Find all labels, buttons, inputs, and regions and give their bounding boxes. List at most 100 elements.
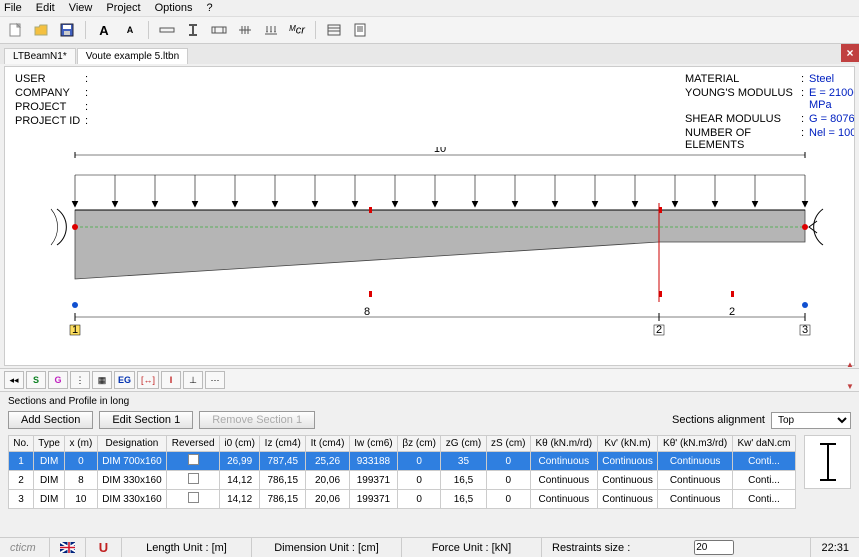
menu-options[interactable]: Options bbox=[155, 2, 193, 14]
menu-bar: File Edit View Project Options ? bbox=[0, 0, 859, 17]
brand-label: cticm bbox=[0, 538, 50, 557]
results-icon[interactable] bbox=[323, 19, 345, 41]
table-row[interactable]: 1DIM0DIM 700x16026,99787,4525,2693318803… bbox=[9, 452, 796, 471]
project-info-left: USER: COMPANY: PROJECT: PROJECT ID: bbox=[15, 73, 233, 127]
column-header[interactable]: Kθ (kN.m/rd) bbox=[530, 436, 597, 452]
more-icon[interactable]: ⋯ bbox=[205, 371, 225, 389]
span-length-label: 10 bbox=[434, 147, 446, 155]
beam-view: USER: COMPANY: PROJECT: PROJECT ID: MATE… bbox=[4, 66, 855, 366]
column-header[interactable]: Iz (cm4) bbox=[260, 436, 306, 452]
column-header[interactable]: zG (cm) bbox=[441, 436, 486, 452]
language-icon[interactable] bbox=[50, 538, 86, 557]
length-unit-label[interactable]: Length Unit : [m] bbox=[122, 538, 252, 557]
text-size-small-icon[interactable]: A bbox=[119, 19, 141, 41]
label-material: MATERIAL bbox=[685, 73, 801, 85]
reversed-checkbox[interactable] bbox=[188, 473, 199, 484]
text-size-icon[interactable]: A bbox=[93, 19, 115, 41]
label-projectid: PROJECT ID bbox=[15, 115, 85, 127]
label-shear: SHEAR MODULUS bbox=[685, 113, 801, 125]
grid-icon[interactable]: ▦ bbox=[92, 371, 112, 389]
column-header[interactable]: Designation bbox=[97, 436, 167, 452]
edit-section-button[interactable]: Edit Section 1 bbox=[99, 411, 193, 429]
column-header[interactable]: Kw' daN.cm bbox=[732, 436, 795, 452]
sections-table[interactable]: No.Typex (m)DesignationReversedi0 (cm)Iz… bbox=[8, 435, 796, 509]
u-button[interactable]: U bbox=[86, 538, 122, 557]
dots-icon[interactable]: ⋮ bbox=[70, 371, 90, 389]
column-header[interactable]: Kθ' (kN.m3/rd) bbox=[658, 436, 732, 452]
label-youngs: YOUNG'S MODULUS bbox=[685, 87, 801, 111]
close-document-icon[interactable]: × bbox=[841, 44, 859, 62]
save-file-icon[interactable] bbox=[56, 19, 78, 41]
value-youngs: E = 210000 MPa bbox=[809, 87, 855, 111]
column-header[interactable]: No. bbox=[9, 436, 34, 452]
clock-label: 22:31 bbox=[811, 538, 859, 557]
value-company bbox=[93, 87, 233, 99]
value-projectid bbox=[93, 115, 233, 127]
table-row[interactable]: 2DIM8DIM 330x16014,12786,1520,0619937101… bbox=[9, 471, 796, 490]
beam-icon[interactable] bbox=[156, 19, 178, 41]
beam-alt-icon[interactable] bbox=[208, 19, 230, 41]
label-company: COMPANY bbox=[15, 87, 85, 99]
sections-panel-title: Sections and Profile in long bbox=[0, 392, 859, 409]
menu-edit[interactable]: Edit bbox=[36, 2, 55, 14]
column-header[interactable]: x (m) bbox=[65, 436, 97, 452]
support-icon[interactable]: ⊥ bbox=[183, 371, 203, 389]
svg-text:2: 2 bbox=[656, 324, 662, 336]
report-icon[interactable] bbox=[349, 19, 371, 41]
i-icon[interactable]: I bbox=[161, 371, 181, 389]
scroll-down-icon[interactable]: ▼ bbox=[843, 382, 857, 392]
column-header[interactable]: zS (cm) bbox=[486, 436, 530, 452]
open-file-icon[interactable] bbox=[30, 19, 52, 41]
restraints-size-input[interactable] bbox=[694, 540, 734, 555]
column-header[interactable]: i0 (cm) bbox=[220, 436, 260, 452]
s-button[interactable]: S bbox=[26, 371, 46, 389]
add-section-button[interactable]: Add Section bbox=[8, 411, 93, 429]
tab-ltbeamn1[interactable]: LTBeamN1* bbox=[4, 48, 76, 64]
sections-alignment-label: Sections alignment bbox=[672, 414, 765, 426]
rewind-icon[interactable]: ◂◂ bbox=[4, 371, 24, 389]
restraints-size-label: Restraints size : bbox=[552, 542, 630, 554]
table-row[interactable]: 3DIM10DIM 330x16014,12786,1520,061993710… bbox=[9, 490, 796, 509]
svg-text:8: 8 bbox=[364, 306, 370, 318]
section-i-icon[interactable] bbox=[182, 19, 204, 41]
column-header[interactable]: βz (cm) bbox=[398, 436, 441, 452]
menu-project[interactable]: Project bbox=[106, 2, 140, 14]
scroll-up-icon[interactable]: ▲ bbox=[843, 360, 857, 370]
svg-text:2: 2 bbox=[729, 306, 735, 318]
column-header[interactable]: Kv' (kN.m) bbox=[597, 436, 658, 452]
remove-section-button: Remove Section 1 bbox=[199, 411, 315, 429]
document-tabs: LTBeamN1* Voute example 5.ltbn × bbox=[0, 44, 859, 64]
mcr-icon[interactable]: Mcr bbox=[286, 19, 308, 41]
bracket-icon[interactable]: [↔] bbox=[137, 371, 159, 389]
divide-icon[interactable] bbox=[234, 19, 256, 41]
new-file-icon[interactable] bbox=[4, 19, 26, 41]
eg-button[interactable]: EG bbox=[114, 371, 135, 389]
beam-diagram[interactable]: 10 bbox=[45, 147, 814, 337]
project-info-right: MATERIAL:Steel YOUNG'S MODULUS:E = 21000… bbox=[685, 73, 855, 151]
svg-text:3: 3 bbox=[802, 324, 808, 336]
sections-panel: Sections and Profile in long Add Section… bbox=[0, 392, 859, 509]
view-toolbar: ◂◂ S G ⋮ ▦ EG [↔] I ⊥ ⋯ bbox=[0, 368, 859, 392]
load-icon[interactable] bbox=[260, 19, 282, 41]
tab-voute-example[interactable]: Voute example 5.ltbn bbox=[77, 48, 188, 64]
g-button[interactable]: G bbox=[48, 371, 68, 389]
column-header[interactable]: Type bbox=[34, 436, 65, 452]
section-preview bbox=[804, 435, 851, 489]
column-header[interactable]: Iw (cm6) bbox=[349, 436, 397, 452]
label-user: USER bbox=[15, 73, 85, 85]
force-unit-label[interactable]: Force Unit : [kN] bbox=[402, 538, 542, 557]
value-project bbox=[93, 101, 233, 113]
menu-file[interactable]: File bbox=[4, 2, 22, 14]
dimension-unit-label[interactable]: Dimension Unit : [cm] bbox=[252, 538, 402, 557]
svg-text:1: 1 bbox=[72, 324, 78, 336]
status-bar: cticm U Length Unit : [m] Dimension Unit… bbox=[0, 537, 859, 557]
sections-alignment-select[interactable]: Top bbox=[771, 412, 851, 429]
value-user bbox=[93, 73, 233, 85]
column-header[interactable]: Reversed bbox=[167, 436, 220, 452]
menu-help[interactable]: ? bbox=[207, 2, 213, 14]
value-shear: G = 80769 MPa bbox=[809, 113, 855, 125]
column-header[interactable]: It (cm4) bbox=[306, 436, 350, 452]
reversed-checkbox[interactable] bbox=[188, 492, 199, 503]
menu-view[interactable]: View bbox=[69, 2, 93, 14]
reversed-checkbox[interactable] bbox=[188, 454, 199, 465]
